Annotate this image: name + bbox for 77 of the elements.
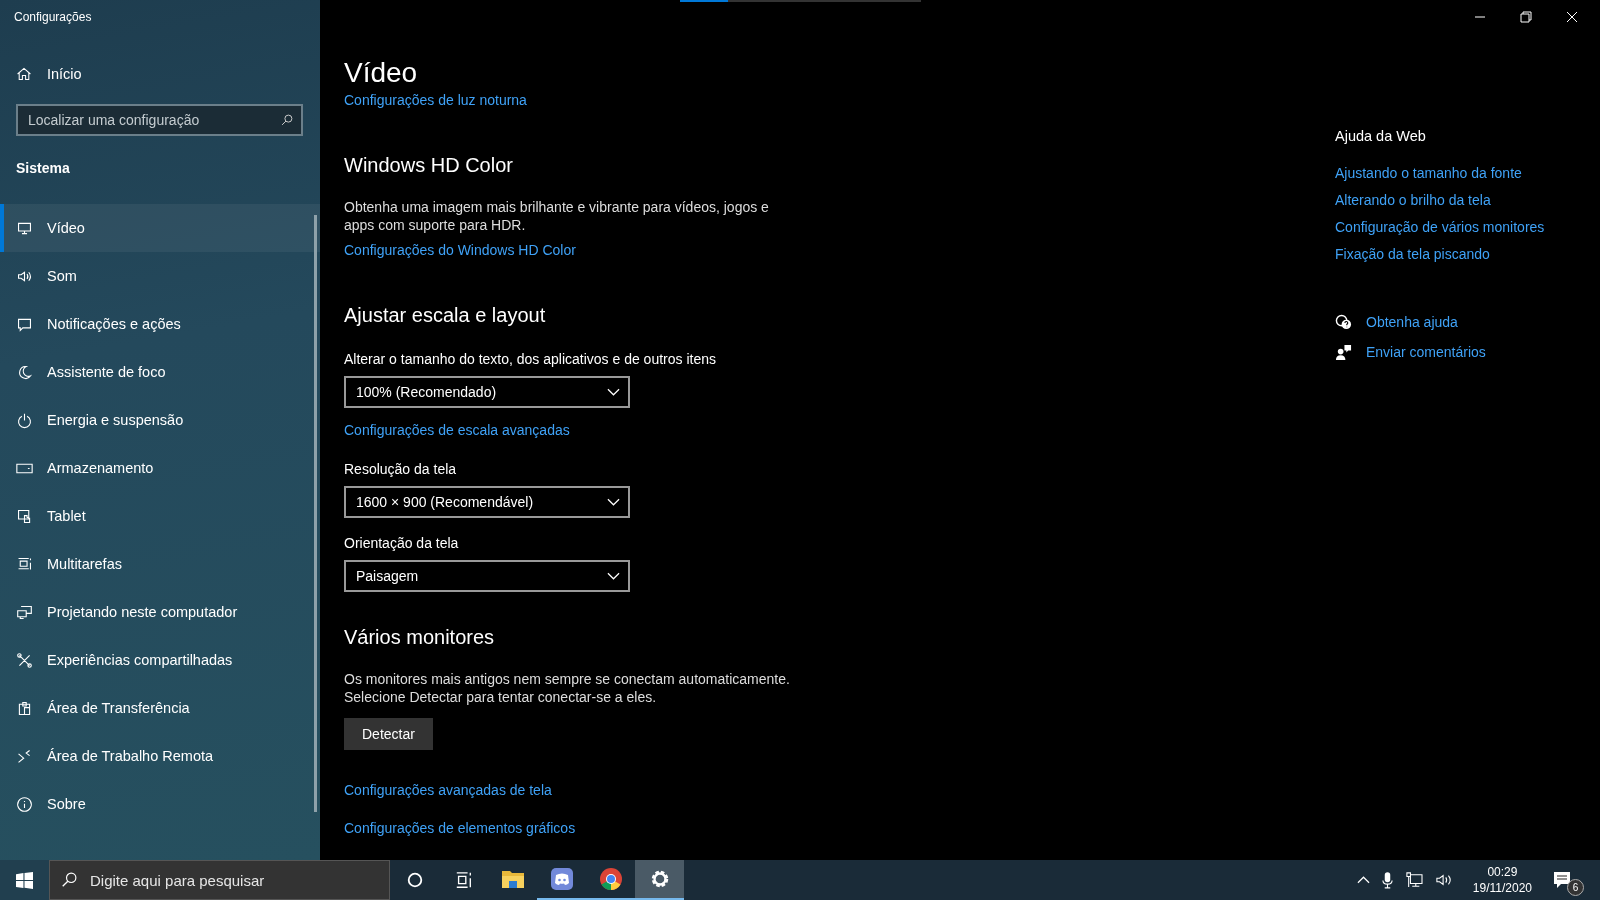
- help-action-link[interactable]: Obtenha ajuda: [1366, 312, 1458, 332]
- start-button[interactable]: [0, 860, 49, 900]
- settings-link[interactable]: Configurações de luz noturna: [344, 90, 527, 110]
- task-view-icon: [454, 871, 473, 889]
- help-title: Ajuda da Web: [1335, 128, 1426, 144]
- sidebar-item[interactable]: Armazenamento: [0, 444, 320, 492]
- chevron-down-icon: [607, 388, 620, 396]
- circle-icon: [405, 871, 424, 889]
- sidebar-item[interactable]: Área de Transferência: [0, 684, 320, 732]
- sidebar-item[interactable]: Projetando neste computador: [0, 588, 320, 636]
- sidebar-item-icon: [16, 555, 33, 573]
- help-action-link[interactable]: Enviar comentários: [1366, 342, 1486, 362]
- page-title: Vídeo: [344, 56, 418, 90]
- sidebar-item-icon: [16, 507, 33, 525]
- dropdown[interactable]: 1600 × 900 (Recomendável): [344, 486, 630, 518]
- field-label: Alterar o tamanho do texto, dos aplicativos e de outros itens: [344, 350, 716, 368]
- sidebar-item-icon: [16, 363, 33, 381]
- help-link[interactable]: Configuração de vários monitores: [1335, 214, 1545, 241]
- sidebar-item[interactable]: Som: [0, 252, 320, 300]
- description-text: Os monitores mais antigos nem sempre se conectam automaticamente. Selecione Detectar para tentar conectar-se a eles.: [344, 670, 791, 706]
- sidebar-item-icon: [16, 411, 33, 429]
- chevron-down-icon: [607, 498, 620, 506]
- clock-date: 19/11/2020: [1472, 880, 1532, 896]
- description-text: Obtenha uma imagem mais brilhante e vibrante para vídeos, jogos e apps com suporte para HDR.: [344, 198, 770, 234]
- search-icon: [280, 113, 294, 127]
- help-link[interactable]: Ajustando o tamanho da fonte: [1335, 160, 1522, 187]
- speaker-icon[interactable]: [1434, 872, 1453, 888]
- scrollbar[interactable]: [314, 215, 317, 812]
- sidebar-item[interactable]: Multitarefas: [0, 540, 320, 588]
- section-heading: Windows HD Color: [344, 153, 513, 178]
- sidebar-item[interactable]: Experiências compartilhadas: [0, 636, 320, 684]
- field-label: Resolução da tela: [344, 460, 457, 478]
- sidebar-item[interactable]: Energia e suspensão: [0, 396, 320, 444]
- detect-button[interactable]: Detectar: [344, 718, 433, 750]
- sidebar-item[interactable]: Notificações e ações: [0, 300, 320, 348]
- chevron-down-icon: [607, 572, 620, 580]
- settings-link[interactable]: Configurações do Windows HD Color: [344, 240, 576, 260]
- section-heading: Sistema: [15, 160, 71, 176]
- notification-icon[interactable]: [1552, 870, 1572, 890]
- sidebar-item[interactable]: Assistente de foco: [0, 348, 320, 396]
- sidebar-item[interactable]: Área de Trabalho Remota: [0, 732, 320, 780]
- sidebar-item-icon: [16, 603, 33, 621]
- sidebar-item-icon: [16, 795, 33, 813]
- sidebar-item-icon: [16, 699, 33, 717]
- sidebar-item-icon: [16, 747, 33, 765]
- sidebar-item-icon: [16, 651, 33, 669]
- chevron-up-icon[interactable]: [1356, 876, 1370, 884]
- person-feedback-icon: [1335, 343, 1352, 361]
- sidebar-item[interactable]: Vídeo: [0, 204, 320, 252]
- field-label: Orientação da tela: [344, 534, 459, 552]
- sidebar-item[interactable]: Tablet: [0, 492, 320, 540]
- home-nav-item[interactable]: Início: [0, 62, 320, 86]
- notification-count-badge: 6: [1567, 879, 1584, 896]
- sidebar-item[interactable]: Sobre: [0, 780, 320, 828]
- restore-button[interactable]: [1520, 11, 1532, 23]
- taskbar-search-field[interactable]: Digite aqui para pesquisar: [49, 860, 390, 900]
- dropdown[interactable]: 100% (Recomendado): [344, 376, 630, 408]
- settings-link[interactable]: Configurações de elementos gráficos: [344, 818, 576, 838]
- clock-time: 00:29: [1487, 864, 1518, 880]
- section-heading: Vários monitores: [344, 625, 495, 650]
- help-link[interactable]: Alterando o brilho da tela: [1335, 187, 1491, 214]
- help-link[interactable]: Fixação da tela piscando: [1335, 241, 1490, 268]
- gear-app-icon[interactable]: [635, 860, 684, 900]
- home-icon: [16, 66, 32, 82]
- search-field[interactable]: Localizar uma configuração: [16, 104, 303, 136]
- network-icon[interactable]: [1404, 872, 1423, 888]
- settings-link[interactable]: Configurações de escala avançadas: [344, 420, 570, 440]
- clock[interactable]: 00:29 19/11/2020: [1472, 864, 1532, 896]
- microphone-icon[interactable]: [1381, 871, 1393, 889]
- dropdown[interactable]: Paisagem: [344, 560, 630, 592]
- window-title: Configurações: [13, 9, 93, 26]
- windows-logo-icon: [16, 871, 33, 889]
- close-button[interactable]: [1566, 11, 1578, 23]
- chat-question-icon: [1335, 313, 1352, 331]
- section-heading: Ajustar escala e layout: [344, 303, 546, 328]
- search-icon: [61, 871, 78, 888]
- settings-link[interactable]: Configurações avançadas de tela: [344, 780, 552, 800]
